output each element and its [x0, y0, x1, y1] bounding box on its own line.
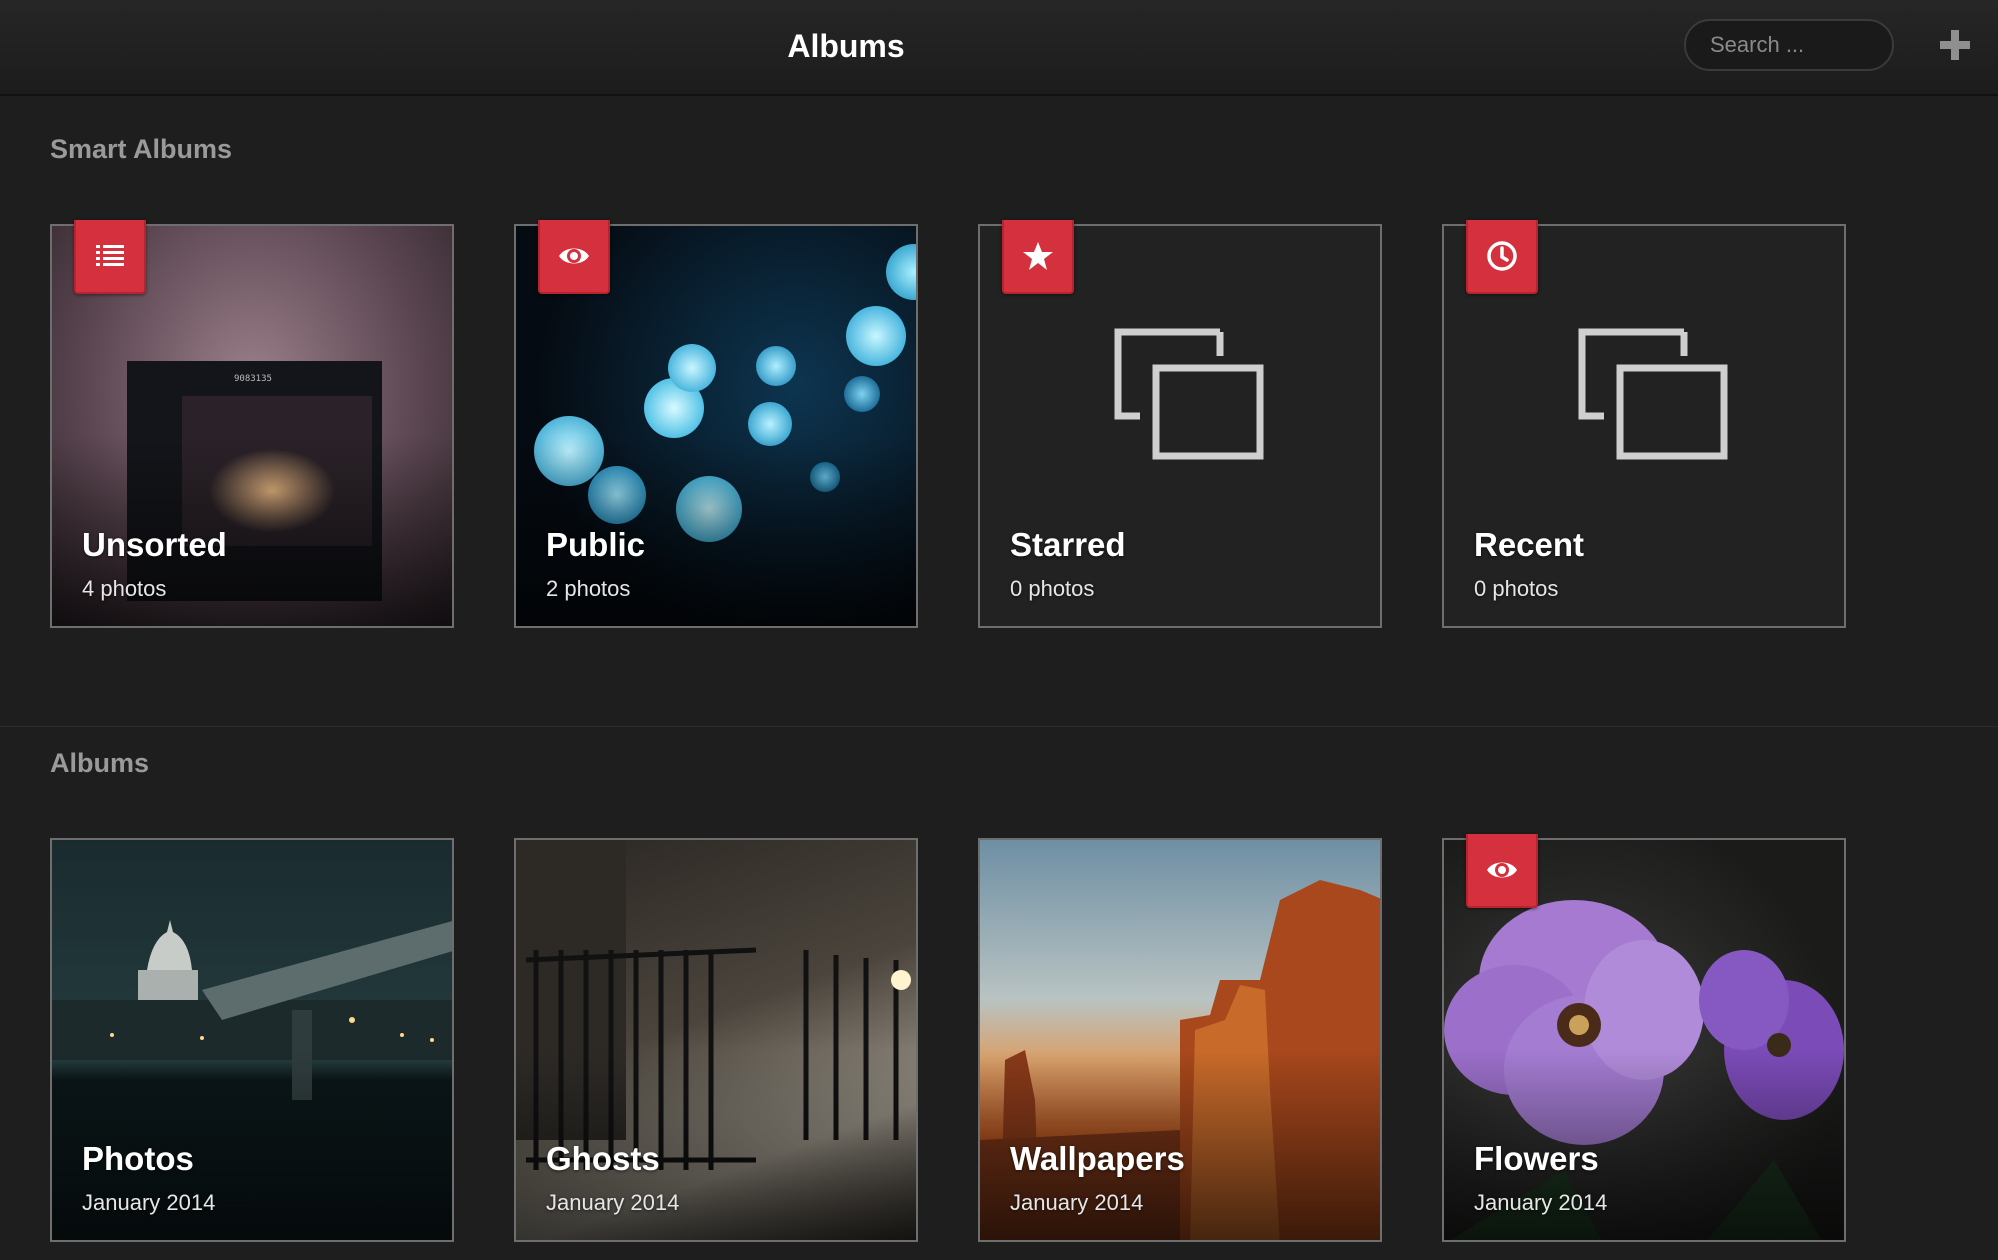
- section-title-albums: Albums: [50, 748, 150, 778]
- camera-label: 9083135: [234, 374, 272, 384]
- album-count: 0 photos: [1474, 576, 1559, 601]
- album-date: January 2014: [1474, 1190, 1608, 1215]
- no-photos-icon: [1578, 328, 1728, 460]
- section-title-smart-albums: Smart Albums: [50, 134, 233, 164]
- page-title: Albums: [787, 28, 905, 64]
- no-photos-icon: [1114, 328, 1264, 460]
- album-title: Flowers: [1474, 1140, 1599, 1177]
- search-input[interactable]: [1684, 19, 1894, 71]
- album-title: Photos: [82, 1140, 194, 1177]
- album-date: January 2014: [1010, 1190, 1144, 1215]
- album-count: 4 photos: [82, 576, 167, 601]
- clock-icon: [1466, 220, 1538, 294]
- album-title: Unsorted: [82, 526, 227, 563]
- plus-icon[interactable]: [1938, 28, 1972, 62]
- eye-icon: [538, 220, 610, 294]
- album-title: Recent: [1474, 526, 1585, 563]
- album-title: Public: [546, 526, 646, 563]
- album-wallpapers[interactable]: Wallpapers January 2014: [978, 838, 1382, 1242]
- section-divider: [0, 726, 1998, 727]
- album-title: Ghosts: [546, 1140, 660, 1177]
- album-ghosts[interactable]: Ghosts January 2014: [514, 838, 918, 1242]
- album-date: January 2014: [82, 1190, 216, 1215]
- star-icon: [1002, 220, 1074, 294]
- list-icon: [74, 220, 146, 294]
- eye-icon: [1466, 834, 1538, 908]
- album-count: 2 photos: [546, 576, 631, 601]
- album-title: Starred: [1010, 526, 1126, 563]
- album-title: Wallpapers: [1010, 1140, 1185, 1177]
- album-count: 0 photos: [1010, 576, 1095, 601]
- album-date: January 2014: [546, 1190, 680, 1215]
- album-photos[interactable]: Photos January 2014: [50, 838, 454, 1242]
- top-bar: Albums: [0, 0, 1998, 96]
